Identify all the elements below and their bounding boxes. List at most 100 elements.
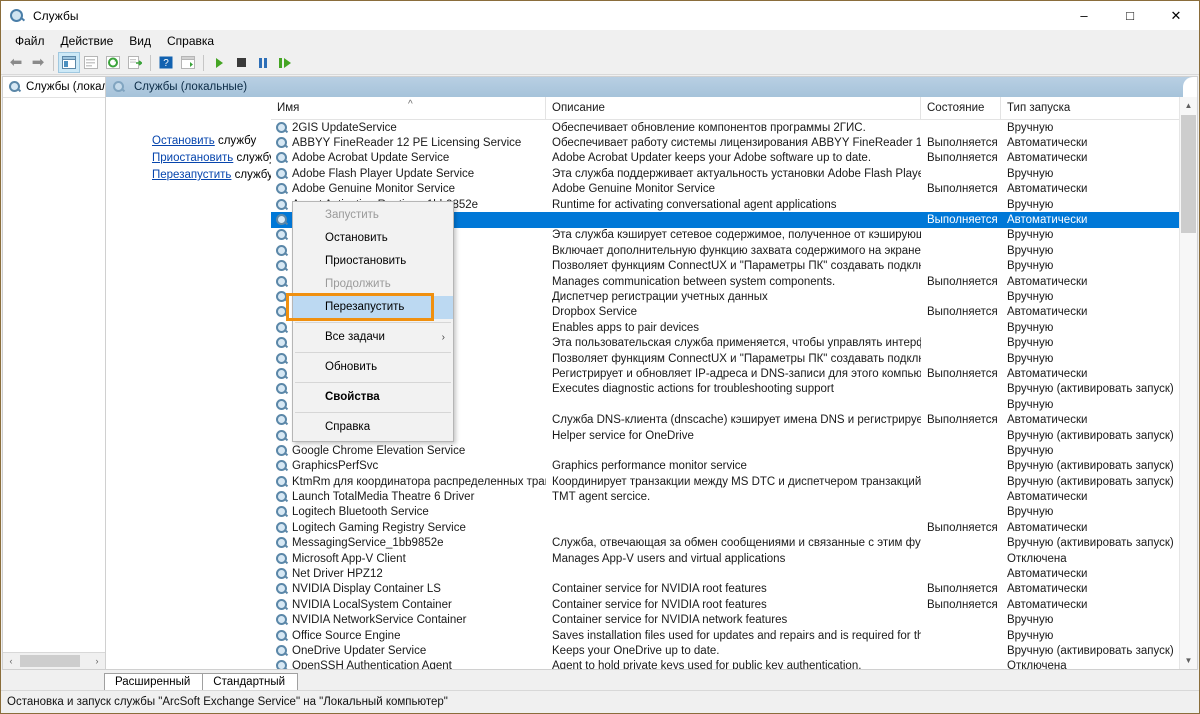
stop-service-icon[interactable] [230, 52, 252, 73]
properties-icon[interactable] [80, 52, 102, 73]
maximize-button[interactable]: □ [1107, 1, 1153, 30]
table-row[interactable]: Google Chrome Elevation Service Вручную [271, 443, 1197, 458]
stop-service-link[interactable]: Остановить [152, 135, 215, 147]
status-bar: Остановка и запуск службы "ArcSoft Excha… [1, 690, 1199, 713]
table-row[interactable]: Launch TotalMedia Theatre 6 Driver TMT ag… [271, 489, 1197, 504]
service-name-label: ABBYY FineReader 12 PE Licensing Service [292, 137, 522, 150]
table-row[interactable]: NVIDIA Display Container LS Container ser… [271, 582, 1197, 597]
context-menu[interactable]: Запустить Остановить Приостановить Продолжи… [286, 201, 454, 442]
scroll-left-icon[interactable]: ‹ [3, 656, 19, 666]
restart-service-link[interactable]: Перезапустить [152, 169, 231, 181]
cell-startup-type: Вручную (активировать запуск) [1007, 383, 1174, 396]
view-tab-label: Расширенный [115, 676, 191, 688]
column-header-3[interactable]: Тип запуска [1001, 97, 1197, 119]
cell-startup-type: Вручную [1007, 614, 1054, 627]
context-menu-item[interactable]: Приостановить [293, 250, 453, 273]
start-service-icon[interactable] [208, 52, 230, 73]
scroll-up-icon[interactable]: ▲ [1180, 97, 1197, 114]
cell-description: Обеспечивает работу системы лицензирован… [552, 137, 921, 150]
cell-service-name: Launch TotalMedia Theatre 6 Driver [271, 490, 546, 504]
table-row[interactable]: GraphicsPerfSvc Graphics performance moni… [271, 459, 1197, 474]
list-scroll-thumb[interactable] [1181, 115, 1196, 233]
table-row[interactable]: Microsoft App-V Client Manages App-V user… [271, 551, 1197, 566]
details-pane: Службы (локальные) Остановить службу При… [105, 76, 1198, 670]
table-row[interactable]: ABBYY FineReader 12 PE Licensing Service… [271, 135, 1197, 150]
cell-service-name: Office Source Engine [271, 629, 546, 643]
service-icon [275, 444, 289, 458]
show-hide-tree-icon[interactable] [58, 52, 80, 73]
context-menu-item[interactable]: Все задачи › [293, 326, 453, 349]
table-row[interactable]: NVIDIA NetworkService Container Container… [271, 613, 1197, 628]
menu-view[interactable]: Вид [121, 32, 159, 50]
cell-startup-type: Вручную [1007, 229, 1054, 242]
restart-service-icon[interactable] [274, 52, 296, 73]
column-header-2[interactable]: Состояние [921, 97, 1001, 119]
cell-service-name: KtmRm для координатора распределенных тр… [271, 475, 546, 489]
cell-description: TMT agent sercice. [552, 491, 651, 504]
service-icon [275, 505, 289, 519]
service-icon [275, 213, 289, 227]
column-header-1[interactable]: Описание [546, 97, 921, 119]
menu-action[interactable]: Действие [53, 32, 122, 50]
menu-help[interactable]: Справка [159, 32, 222, 50]
context-menu-item[interactable]: Свойства [293, 386, 453, 409]
service-name-label: Launch TotalMedia Theatre 6 Driver [292, 491, 475, 504]
table-row[interactable]: OpenSSH Authentication Agent Agent to hol… [271, 659, 1197, 669]
table-row[interactable]: Logitech Gaming Registry Service Выполняе… [271, 520, 1197, 535]
table-row[interactable]: Logitech Bluetooth Service Вручную [271, 505, 1197, 520]
status-text: Остановка и запуск службы "ArcSoft Excha… [7, 696, 448, 708]
minimize-button[interactable]: – [1061, 1, 1107, 30]
table-row[interactable]: 2GIS UpdateService Обеспечивает обновлени… [271, 120, 1197, 135]
pause-service-icon[interactable] [252, 52, 274, 73]
scroll-right-icon[interactable]: › [89, 656, 105, 666]
service-icon [275, 644, 289, 658]
back-icon[interactable]: ⬅ [5, 52, 27, 73]
column-header-0[interactable]: Имя ^ [271, 97, 546, 119]
restart-service-suffix: службу [231, 169, 273, 181]
service-name-label: NVIDIA NetworkService Container [292, 614, 467, 627]
column-header-label: Описание [552, 102, 605, 114]
service-icon [275, 136, 289, 150]
service-icon [275, 659, 289, 669]
table-row[interactable]: KtmRm для координатора распределенных тр… [271, 474, 1197, 489]
cell-status: Выполняется [927, 367, 998, 380]
service-icon [275, 352, 289, 366]
menu-file[interactable]: Файл [7, 32, 53, 50]
context-menu-item[interactable]: Остановить [293, 227, 453, 250]
context-menu-separator [295, 412, 451, 413]
show-action-pane-icon[interactable] [177, 52, 199, 73]
forward-icon[interactable]: ➡ [27, 52, 49, 73]
tree-scroll-thumb[interactable] [20, 655, 80, 667]
tree-horizontal-scrollbar[interactable]: ‹ › [3, 652, 105, 669]
table-row[interactable]: NVIDIA LocalSystem Container Container se… [271, 597, 1197, 612]
service-icon [275, 336, 289, 350]
table-row[interactable]: MessagingService_1bb9852e Служба, отвечаю… [271, 536, 1197, 551]
refresh-icon[interactable] [102, 52, 124, 73]
table-row[interactable]: Office Source Engine Saves installation f… [271, 628, 1197, 643]
service-icon [275, 398, 289, 412]
context-menu-item[interactable]: Обновить [293, 356, 453, 379]
list-vertical-scrollbar[interactable]: ▲ ▼ [1179, 97, 1197, 669]
close-button[interactable]: ✕ [1153, 1, 1199, 30]
context-menu-item[interactable]: Справка [293, 416, 453, 439]
table-row[interactable]: Adobe Genuine Monitor Service Adobe Genui… [271, 182, 1197, 197]
toolbar-separator-2 [150, 54, 151, 71]
tab-extended[interactable]: Расширенный [104, 673, 204, 690]
table-row[interactable]: Net Driver HPZ12 Автоматически [271, 566, 1197, 581]
tab-standard[interactable]: Стандартный [202, 673, 299, 690]
table-row[interactable]: Adobe Flash Player Update Service Эта слу… [271, 166, 1197, 181]
export-list-icon[interactable] [124, 52, 146, 73]
service-icon [275, 582, 289, 596]
column-header-label: Состояние [927, 102, 985, 114]
table-row[interactable]: OneDrive Updater Service Keeps your OneDr… [271, 643, 1197, 658]
service-icon [275, 429, 289, 443]
cell-service-name: MessagingService_1bb9852e [271, 536, 546, 550]
cell-description: Включает дополнительную функцию захвата … [552, 244, 921, 257]
table-row[interactable]: Adobe Acrobat Update Service Adobe Acroba… [271, 151, 1197, 166]
context-menu-item[interactable]: Перезапустить [286, 293, 453, 321]
scroll-down-icon[interactable]: ▼ [1180, 652, 1197, 669]
cell-service-name: Adobe Flash Player Update Service [271, 167, 546, 181]
help-icon[interactable]: ? [155, 52, 177, 73]
pause-service-link[interactable]: Приостановить [152, 152, 233, 164]
tree-root-row[interactable]: Службы (локальные) [3, 77, 105, 98]
